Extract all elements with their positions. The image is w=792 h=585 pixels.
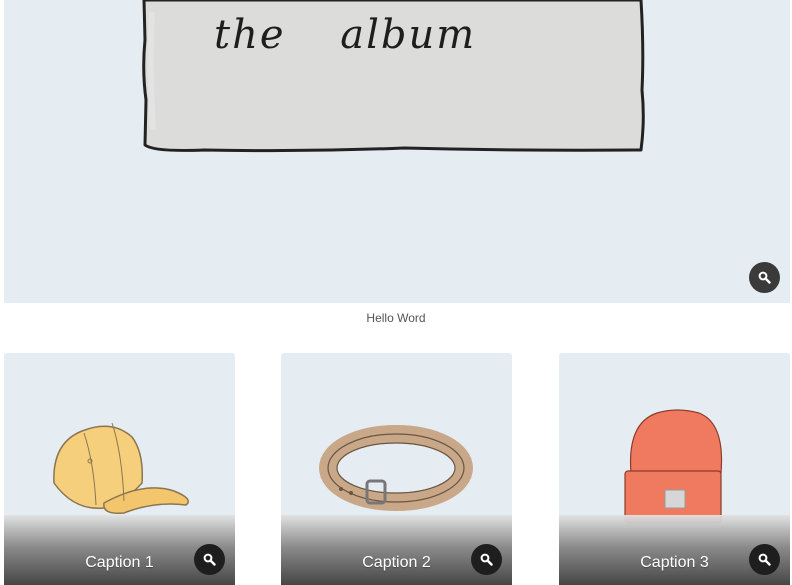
gallery-card-1[interactable]: Caption 1 xyxy=(4,353,235,585)
card-zoom-button[interactable] xyxy=(471,544,502,575)
gallery-card-3[interactable]: Caption 3 xyxy=(559,353,790,585)
magnifier-icon xyxy=(758,553,771,566)
magnifier-icon xyxy=(480,553,493,566)
hero-caption: Hello Word xyxy=(366,311,426,325)
album-sign-text: the album xyxy=(214,12,477,58)
magnifier-icon xyxy=(758,271,771,284)
card-zoom-button[interactable] xyxy=(749,544,780,575)
gallery-card-2[interactable]: Caption 2 xyxy=(281,353,512,585)
magnifier-icon xyxy=(203,553,216,566)
card-zoom-button[interactable] xyxy=(194,544,225,575)
gallery-page: the album Hello Word Caption 1 Caption 2… xyxy=(0,0,792,585)
hero-image[interactable]: the album xyxy=(4,0,790,303)
hero-zoom-button[interactable] xyxy=(749,262,780,293)
